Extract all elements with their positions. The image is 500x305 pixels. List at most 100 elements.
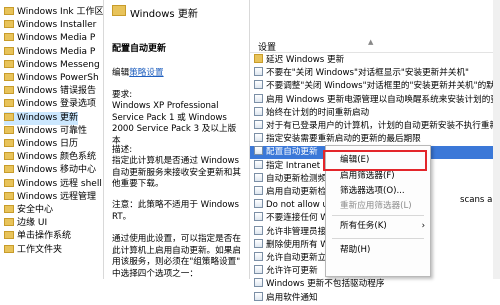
tree-item-label: Windows 远程管理 xyxy=(17,191,97,202)
tree-item[interactable]: Windows PowerSh xyxy=(4,72,99,85)
tree-item-label: Windows 更新 xyxy=(17,112,79,123)
policy-heading: 配置自动更新 xyxy=(112,44,167,54)
setting-label: 允许非管理员接 xyxy=(266,226,327,237)
context-menu-label: 所有任务(K) xyxy=(340,221,387,231)
chevron-right-icon: › xyxy=(421,221,425,231)
tree-item-label: Windows Media P xyxy=(17,46,96,57)
tree-item[interactable]: Windows 颜色系统 xyxy=(4,151,96,164)
tree-item[interactable]: 安全中心 xyxy=(4,204,53,217)
text-line: 此计算机上启用自动更新。如果启 xyxy=(112,245,241,256)
tree-item[interactable]: Windows 更新 xyxy=(4,111,79,125)
edit-policy-link[interactable]: 策略设置 xyxy=(129,68,163,78)
text-line: 中选择四个选项之一： xyxy=(112,268,198,279)
menu-separator xyxy=(332,215,424,216)
context-menu-label: 启用筛选器(F) xyxy=(340,171,395,181)
folder-icon xyxy=(4,99,14,108)
tree-item[interactable]: Windows Messeng xyxy=(4,59,100,72)
policy-setting-icon xyxy=(254,146,263,156)
folder-icon xyxy=(4,231,14,240)
context-menu-label: 筛选器选项(O)... xyxy=(340,186,405,196)
tree-item[interactable]: Windows 远程管理 xyxy=(4,191,96,204)
tree-item[interactable]: Windows 错误报告 xyxy=(4,85,96,98)
tree-item-label: 边缘 UI xyxy=(17,218,48,229)
requirements-title: 要求: xyxy=(112,90,133,100)
setting-row[interactable]: 不要在"关闭 Windows"对话框显示"安装更新并关机" xyxy=(250,67,500,80)
menu-separator xyxy=(332,238,424,239)
policy-setting-icon xyxy=(254,212,263,222)
tree-item-label: Windows 可靠性 xyxy=(17,125,88,136)
folder-icon xyxy=(4,59,14,68)
settings-column-label: 设置 xyxy=(258,43,277,53)
policy-setting-icon xyxy=(254,291,263,301)
folder-icon xyxy=(4,244,14,253)
context-menu-item[interactable]: 筛选器选项(O)... xyxy=(326,185,430,198)
setting-label: 延迟 Windows 更新 xyxy=(266,55,345,65)
edit-policy-line: 编辑策略设置 xyxy=(112,68,242,80)
folder-title: Windows 更新 xyxy=(130,9,198,20)
setting-label: 指定安装需要重新启动的更新的最后期限 xyxy=(266,134,421,145)
setting-label: 不要在"关闭 Windows"对话框显示"安装更新并关机" xyxy=(266,68,469,79)
tree-item[interactable]: Windows 可靠性 xyxy=(4,125,87,138)
text-line: 自动更新服务来接收安全更新和其 xyxy=(112,167,241,178)
scrollbar[interactable] xyxy=(493,0,500,279)
context-menu-item[interactable]: 启用筛选器(F) xyxy=(326,170,430,183)
context-menu-label: 重新应用筛选器(L) xyxy=(340,201,412,211)
context-menu-item: 重新应用筛选器(L) xyxy=(326,200,430,213)
truncated-setting-tail: scans a xyxy=(460,195,493,205)
context-menu: 编辑(E) 启用筛选器(F) 筛选器选项(O)... 重新应用筛选器(L) 所有任务(K… xyxy=(325,145,431,277)
tree-item-label: 单击操作系统 xyxy=(17,231,72,242)
tree-item-label: Windows Installer xyxy=(17,20,97,31)
setting-label: 启用软件通知 xyxy=(266,292,318,303)
setting-label: 删除使用所有 W xyxy=(266,239,329,250)
tree-item[interactable]: Windows Ink 工作区 xyxy=(4,6,103,19)
tree-item[interactable]: 单击操作系统 xyxy=(4,230,71,243)
setting-row[interactable]: 启用 Windows 更新电源管理以自动唤醒系统来安装计划的更新 xyxy=(250,93,500,107)
tree-item[interactable]: Windows 日历 xyxy=(4,138,78,151)
tree-item[interactable]: Windows 登录选项 xyxy=(4,98,96,111)
context-menu-item[interactable]: 编辑(E) xyxy=(326,154,430,167)
setting-row[interactable]: 启用软件通知 xyxy=(250,291,500,305)
context-menu-item[interactable]: 帮助(H) xyxy=(326,244,430,257)
folder-icon xyxy=(4,112,14,121)
policy-setting-icon xyxy=(254,133,263,143)
context-menu-item[interactable]: 所有任务(K) › xyxy=(326,220,430,233)
folder-icon xyxy=(254,54,263,63)
policy-setting-icon xyxy=(254,80,263,90)
setting-label: Windows 更新不包括驱动程序 xyxy=(266,279,385,290)
tree-item[interactable]: Windows Installer xyxy=(4,19,96,32)
tree-item[interactable]: Windows Media P xyxy=(4,46,95,59)
tree-item[interactable]: 工作文件夹 xyxy=(4,244,62,257)
text-line: 2000 Service Pack 3 及以上版本 xyxy=(112,124,237,146)
tree-item[interactable]: Windows 移动中心 xyxy=(4,164,96,177)
tree-item[interactable]: Windows Media P xyxy=(4,32,95,45)
folder-icon xyxy=(4,7,14,15)
setting-row[interactable]: 始终在计划的时间重新启动 xyxy=(250,106,500,120)
tree-item-label: 工作文件夹 xyxy=(17,244,63,255)
policy-setting-icon xyxy=(254,120,263,129)
folder-header-bar: Windows 更新 xyxy=(104,0,248,23)
text-line: 指定此计算机是否通过 Windows xyxy=(112,156,240,166)
folder-icon xyxy=(4,152,14,161)
policy-setting-icon xyxy=(254,172,263,182)
setting-label: Do not allow up xyxy=(266,200,334,211)
text-line: RT。 xyxy=(112,211,132,222)
requirements-text: Windows XP Professional Service Pack 1 或 … xyxy=(112,101,242,147)
folder-icon xyxy=(4,139,14,147)
tree-item-label: Windows 错误报告 xyxy=(17,86,97,97)
tree-item-label: Windows PowerSh xyxy=(17,73,99,83)
setting-row[interactable]: Windows 更新不包括驱动程序 xyxy=(250,278,500,291)
description-title: 描述: xyxy=(112,145,133,155)
tree-item-label: Windows Ink 工作区 xyxy=(17,7,104,17)
setting-label: 允许自动更新立 xyxy=(266,253,327,263)
setting-row[interactable]: 延迟 Windows 更新 xyxy=(250,54,500,67)
tree-item[interactable]: 边缘 UI xyxy=(4,217,47,230)
tree-item[interactable]: Windows 远程 shell xyxy=(4,178,102,191)
text-line: 他重要下载。 xyxy=(112,179,164,189)
folder-icon xyxy=(4,218,14,227)
setting-row[interactable]: 不要调整"关闭 Windows"对话框里的"安装更新并关机"的默 xyxy=(250,80,500,93)
settings-column-header[interactable]: ▲ 设置 xyxy=(250,38,500,53)
folder-icon xyxy=(112,5,126,16)
tree-item-label: Windows 日历 xyxy=(17,139,79,149)
setting-row[interactable]: 对于有已登录用户的计算机，计划的自动更新安装不执行重新启动 xyxy=(250,120,500,133)
tree-item-label: Windows 移动中心 xyxy=(17,165,97,176)
